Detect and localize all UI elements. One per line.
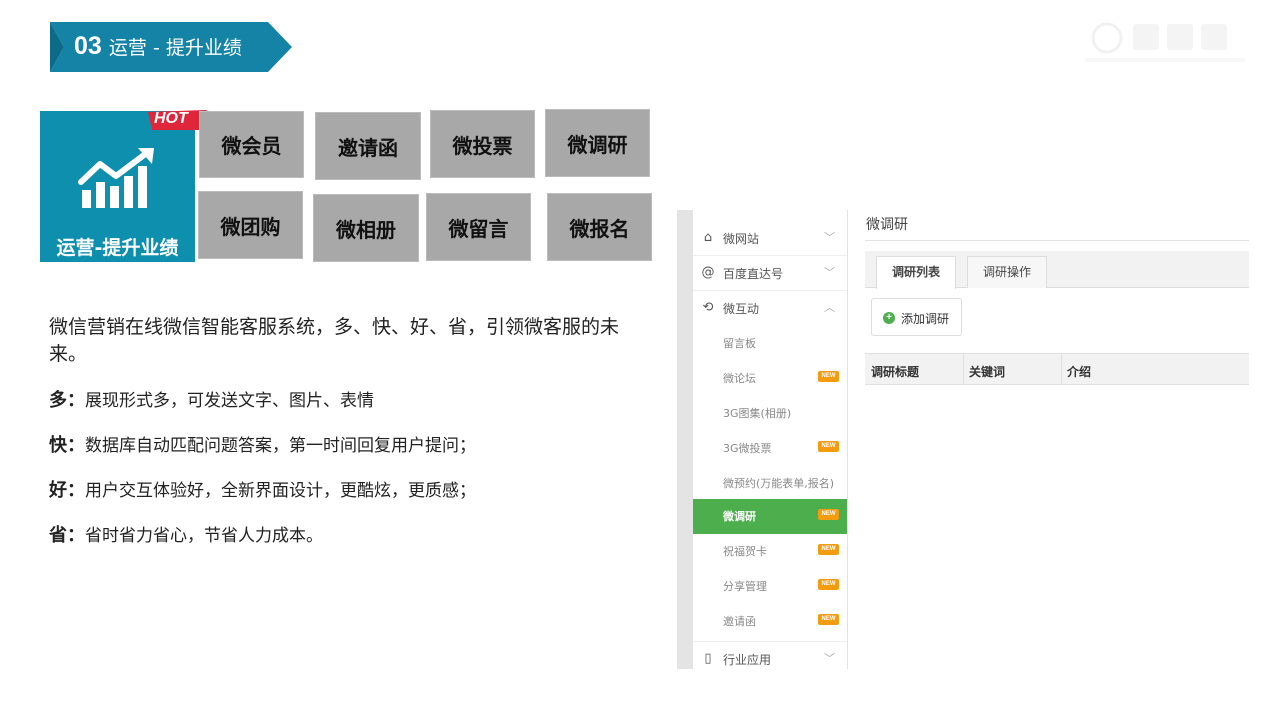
sidebar-subitem[interactable]: 留言板	[693, 326, 847, 361]
chevron-up-icon: ︿	[824, 301, 835, 314]
module-tile-member[interactable]: 微会员	[199, 111, 304, 178]
new-badge: NEW	[818, 614, 839, 625]
module-tile-album[interactable]: 微相册	[313, 194, 419, 262]
point-fast: 快：数据库自动匹配问题答案，第一时间回复用户提问；	[49, 435, 476, 456]
point-good: 好：用户交互体验好，全新界面设计，更酷炫，更质感；	[49, 480, 476, 501]
chevron-down-icon: ﹀	[824, 266, 835, 279]
feature-tile: 运营-提升业绩	[40, 111, 195, 262]
screenshot-left-strip	[677, 210, 693, 669]
sidebar-item-website[interactable]: ⌂ 微网站 ﹀	[693, 221, 847, 256]
section-ribbon: 03 运营 - 提升业绩	[50, 22, 292, 72]
chevron-down-icon: ﹀	[824, 231, 835, 244]
tab-survey-list[interactable]: 调研列表	[876, 256, 956, 289]
new-badge: NEW	[818, 441, 839, 452]
point-many: 多：展现形式多，可发送文字、图片、表情	[49, 390, 374, 411]
tab-bar: 调研列表 调研操作	[865, 251, 1249, 289]
module-tile-message[interactable]: 微留言	[426, 193, 531, 261]
title-divider	[865, 240, 1249, 241]
sidebar-subitem[interactable]: 微论坛 NEW	[693, 361, 847, 396]
watermark-logo	[1085, 16, 1255, 66]
sidebar-subitem[interactable]: 分享管理 NEW	[693, 569, 847, 604]
module-tile-groupbuy[interactable]: 微团购	[198, 191, 303, 259]
sidebar-subitem[interactable]: 邀请函 NEW	[693, 604, 847, 639]
sidebar-item-interact[interactable]: ⟲ 微互动 ︿	[693, 291, 847, 326]
new-badge: NEW	[818, 544, 839, 555]
feature-label: 运营-提升业绩	[56, 237, 179, 259]
sidebar-subitem[interactable]: 3G图集(相册)	[693, 396, 847, 431]
admin-sidebar: ⌂ 微网站 ﹀ @ 百度直达号 ﹀ ⟲ 微互动 ︿ 留言板 微论坛 NEW 3G…	[693, 210, 848, 669]
at-icon: @	[701, 265, 715, 280]
home-icon: ⌂	[703, 230, 713, 245]
new-badge: NEW	[818, 371, 839, 382]
sidebar-subitem[interactable]: 微预约(万能表单,报名)	[693, 466, 847, 501]
admin-screenshot: ⌂ 微网站 ﹀ @ 百度直达号 ﹀ ⟲ 微互动 ︿ 留言板 微论坛 NEW 3G…	[677, 210, 1249, 669]
module-tile-vote[interactable]: 微投票	[430, 110, 535, 178]
add-survey-button[interactable]: + 添加调研	[871, 298, 962, 336]
column-header[interactable]: 关键词	[969, 363, 1005, 380]
chevron-down-icon: ﹀	[824, 652, 835, 665]
point-save: 省：省时省力省心，节省人力成本。	[49, 525, 323, 546]
interact-icon: ⟲	[702, 300, 714, 315]
column-header[interactable]: 调研标题	[871, 363, 919, 380]
column-header[interactable]: 介绍	[1067, 363, 1091, 380]
page-title: 微调研	[866, 217, 908, 233]
table-header: 调研标题 关键词 介绍	[865, 353, 1249, 385]
hot-text: HOT	[154, 110, 188, 127]
module-tile-signup[interactable]: 微报名	[547, 193, 652, 261]
section-title: 运营 - 提升业绩	[108, 37, 242, 59]
sidebar-subitem-active[interactable]: 微调研 NEW	[693, 499, 847, 534]
new-badge: NEW	[818, 579, 839, 590]
new-badge: NEW	[818, 509, 839, 520]
module-tile-invitation[interactable]: 邀请函	[315, 112, 421, 180]
sidebar-subitem[interactable]: 3G微投票 NEW	[693, 431, 847, 466]
module-tile-survey[interactable]: 微调研	[545, 109, 650, 177]
plus-icon: +	[883, 312, 895, 324]
section-number: 03	[74, 32, 102, 60]
chart-up-icon	[78, 148, 154, 208]
phone-icon: ▯	[704, 651, 712, 666]
sidebar-item-baidu[interactable]: @ 百度直达号 ﹀	[693, 256, 847, 291]
sidebar-item-industry[interactable]: ▯ 行业应用 ﹀	[693, 641, 847, 676]
sidebar-subitem[interactable]: 祝福贺卡 NEW	[693, 534, 847, 569]
tab-survey-operations[interactable]: 调研操作	[967, 256, 1047, 288]
intro-text: 微信营销在线微信智能客服系统，多、快、好、省，引领微客服的未来。	[49, 316, 620, 365]
